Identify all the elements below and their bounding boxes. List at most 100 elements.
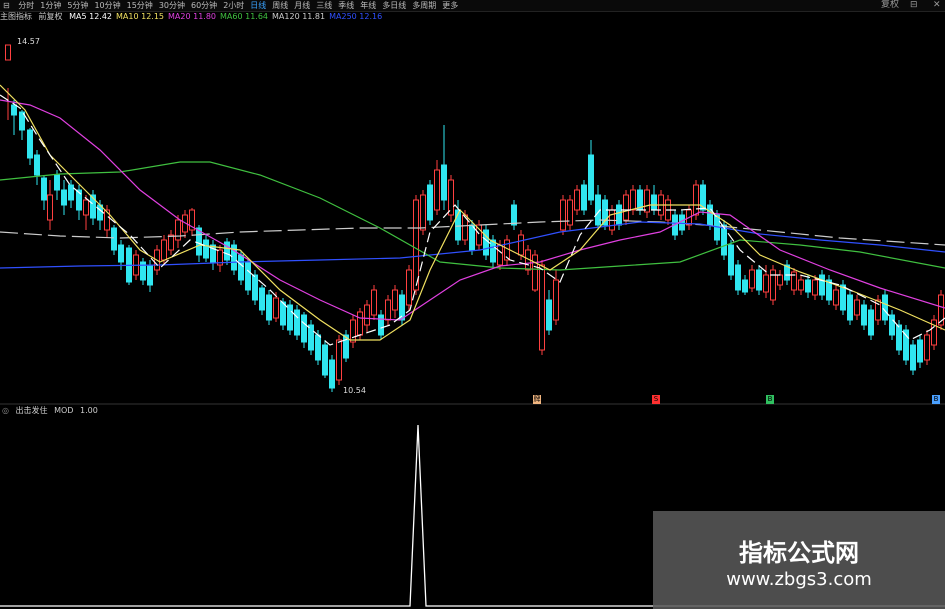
candle-body <box>83 199 89 216</box>
candle-body <box>833 289 839 306</box>
ma10-line <box>0 84 945 341</box>
candle-body <box>728 244 734 276</box>
candle-body <box>469 224 475 251</box>
candle-body <box>118 244 124 263</box>
candle-body <box>742 279 748 293</box>
indicator-legend: ◎ 出击发住 MOD 1.00 <box>2 405 102 416</box>
candle-body <box>61 189 67 206</box>
candle-body <box>357 311 363 336</box>
candle-body <box>441 164 447 201</box>
candle-body <box>777 274 783 286</box>
candle-body <box>924 334 930 361</box>
candle-body <box>54 174 60 191</box>
candle-body <box>868 309 874 336</box>
candle-body <box>147 264 153 286</box>
candle-body <box>5 44 11 61</box>
signal-badge-3: B <box>766 395 774 404</box>
candle-body <box>798 279 804 291</box>
candle-body <box>27 129 33 159</box>
candle-body <box>47 194 53 221</box>
candle-body <box>378 314 384 336</box>
candle-body <box>168 234 174 251</box>
candle-body <box>34 154 40 176</box>
candle-body <box>910 344 916 371</box>
candle-body <box>245 261 251 291</box>
candle-body <box>861 304 867 326</box>
candle-body <box>301 314 307 343</box>
candle-body <box>882 294 888 321</box>
indicator-icon[interactable]: ◎ <box>2 406 9 415</box>
candle-body <box>392 289 398 311</box>
candle-body <box>546 299 552 331</box>
candle-body <box>11 104 17 116</box>
indicator-param: MOD <box>54 406 74 415</box>
candle-body <box>406 269 412 306</box>
candle-body <box>238 254 244 281</box>
candle-body <box>840 284 846 311</box>
candle-body <box>350 319 356 343</box>
candle-body <box>616 204 622 226</box>
candle-body <box>175 219 181 241</box>
candle-body <box>721 224 727 256</box>
candle-body <box>889 314 895 336</box>
candle-body <box>854 299 860 316</box>
candle-body <box>434 169 440 211</box>
candle-body <box>287 304 293 331</box>
signal-badge-4: B <box>932 395 940 404</box>
candle-body <box>735 264 741 291</box>
candle-body <box>560 199 566 231</box>
candle-body <box>756 269 762 291</box>
candle-body <box>161 239 167 261</box>
candle-body <box>518 234 524 256</box>
candle-body <box>336 339 342 381</box>
candle-body <box>805 279 811 293</box>
high-price-label: 14.57 <box>17 37 40 46</box>
watermark-url: www.zbgs3.com <box>726 569 872 590</box>
watermark: 指标公式网 www.zbgs3.com <box>653 511 945 609</box>
candle-body <box>252 274 258 301</box>
candle-body <box>511 204 517 226</box>
candle-body <box>644 189 650 213</box>
candle-body <box>539 264 545 351</box>
candle-body <box>630 189 636 211</box>
signal-badge-1: 牌 <box>533 395 541 404</box>
candle-body <box>420 194 426 231</box>
candle-body <box>553 279 559 321</box>
candle-body <box>490 239 496 263</box>
candle-body <box>896 324 902 351</box>
candle-body <box>308 324 314 351</box>
candle-body <box>623 194 629 221</box>
candle-body <box>707 204 713 226</box>
candle-body <box>111 227 117 251</box>
candle-body <box>68 184 74 201</box>
candle-body <box>812 279 818 296</box>
candle-body <box>427 184 433 221</box>
candle-body <box>819 274 825 296</box>
candle-body <box>532 254 538 291</box>
candle-body <box>917 339 923 363</box>
candle-body <box>693 184 699 216</box>
candle-body <box>497 244 503 266</box>
candle-body <box>273 297 279 319</box>
candle-body <box>448 179 454 216</box>
candle-body <box>329 359 335 389</box>
candle-body <box>574 189 580 211</box>
candle-body <box>364 304 370 326</box>
indicator-name[interactable]: 出击发住 <box>16 406 48 415</box>
candle-body <box>315 334 321 361</box>
indicator-value: 1.00 <box>79 406 98 415</box>
candle-body <box>749 269 755 289</box>
low-price-label: 10.54 <box>343 386 366 395</box>
signal-badge-2: S <box>652 395 660 404</box>
candle-body <box>371 289 377 316</box>
candle-body <box>294 309 300 336</box>
candle-body <box>203 239 209 259</box>
candle-body <box>413 199 419 291</box>
candle-body <box>581 184 587 211</box>
candle-body <box>259 287 265 311</box>
candle-body <box>322 344 328 376</box>
candle-body <box>763 274 769 293</box>
candle-body <box>41 177 47 201</box>
candle-body <box>651 194 657 211</box>
candle-body <box>266 294 272 321</box>
